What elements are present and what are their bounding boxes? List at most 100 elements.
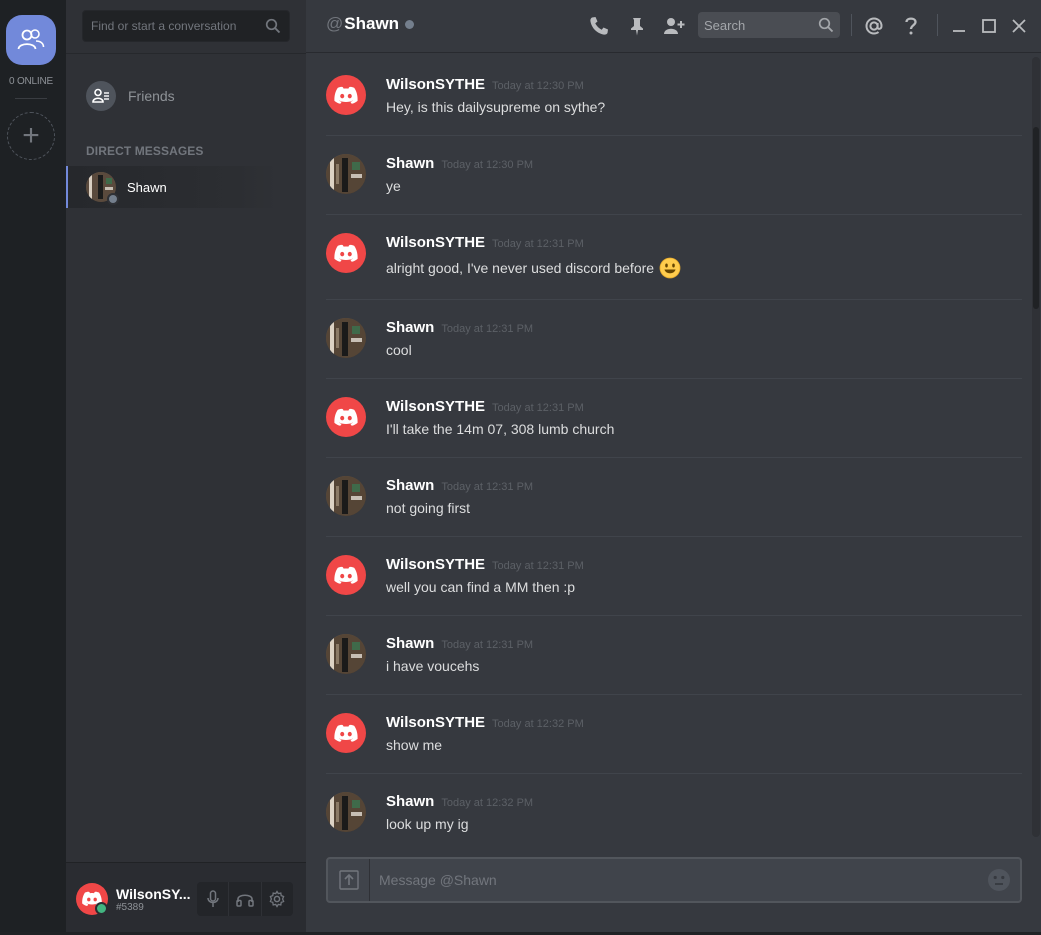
message-author[interactable]: WilsonSYTHE — [386, 398, 485, 415]
avatar[interactable] — [326, 634, 366, 674]
search-input[interactable] — [704, 17, 818, 33]
message-row: Shawn Today at 12:31 PM i have voucehs — [326, 616, 1022, 695]
status-offline-indicator — [107, 193, 119, 205]
maximize-window-button[interactable] — [977, 14, 1001, 38]
message-body: I'll take the 14m 07, 308 lumb church — [386, 421, 614, 437]
add-friend-icon — [664, 18, 685, 34]
status-online-indicator — [95, 902, 108, 915]
message-text: cool — [386, 342, 412, 358]
message-author[interactable]: Shawn — [386, 793, 434, 810]
username: WilsonSY... — [116, 886, 191, 902]
rail-divider — [15, 98, 47, 99]
message-text: i have voucehs — [386, 658, 480, 674]
message-row: WilsonSYTHE Today at 12:30 PM Hey, is this… — [326, 57, 1022, 136]
message-header: Shawn Today at 12:30 PM — [386, 155, 533, 172]
channel-title: @ Shawn — [326, 14, 415, 34]
message-body: ye — [386, 178, 401, 194]
avatar[interactable] — [326, 154, 366, 194]
message-row: WilsonSYTHE Today at 12:31 PM well you can… — [326, 537, 1022, 616]
add-server-button[interactable]: + — [7, 112, 55, 160]
message-timestamp: Today at 12:31 PM — [492, 560, 584, 572]
message-body: show me — [386, 737, 442, 753]
status-offline-indicator — [405, 20, 415, 29]
add-friend-to-dm-button[interactable] — [662, 14, 686, 38]
at-symbol: @ — [326, 14, 344, 33]
mention-icon — [865, 17, 883, 35]
message-author[interactable]: Shawn — [386, 477, 434, 494]
user-panel: WilsonSY... #5389 — [66, 862, 306, 935]
dm-search-placeholder[interactable]: Find or start a conversation — [91, 19, 265, 33]
mentions-button[interactable] — [862, 14, 886, 38]
message-header: WilsonSYTHE Today at 12:32 PM — [386, 714, 584, 731]
avatar[interactable] — [326, 713, 366, 753]
microphone-icon — [206, 890, 219, 907]
mute-button[interactable] — [197, 882, 230, 916]
dm-item-shawn[interactable]: Shawn — [66, 166, 278, 208]
user-settings-button[interactable] — [262, 882, 293, 916]
message-scrollbar[interactable] — [1031, 57, 1041, 837]
smiley-emoji-icon — [659, 257, 681, 279]
headphones-icon — [236, 894, 254, 907]
message-search-box[interactable] — [698, 12, 840, 38]
direct-messages-header: DIRECT MESSAGES — [86, 144, 204, 158]
message-author[interactable]: Shawn — [386, 155, 434, 172]
message-author[interactable]: WilsonSYTHE — [386, 714, 485, 731]
avatar[interactable] — [326, 75, 366, 115]
call-button[interactable] — [587, 14, 611, 38]
message-text: not going first — [386, 500, 471, 516]
discord-logo-icon — [334, 408, 358, 426]
message-body: Hey, is this dailysupreme on sythe? — [386, 99, 605, 115]
message-row: WilsonSYTHE Today at 12:31 PM I'll take th… — [326, 379, 1022, 458]
message-author[interactable]: Shawn — [386, 319, 434, 336]
help-button[interactable] — [899, 14, 923, 38]
help-icon — [905, 17, 917, 35]
avatar[interactable] — [326, 555, 366, 595]
dm-item-label: Shawn — [127, 179, 167, 195]
user-discriminator: #5389 — [116, 902, 144, 913]
avatar — [86, 172, 119, 205]
message-text: show me — [386, 737, 443, 753]
message-body: well you can find a MM then :p — [386, 579, 575, 595]
pinned-messages-button[interactable] — [625, 14, 649, 38]
message-header: Shawn Today at 12:31 PM — [386, 635, 533, 652]
dm-search-box[interactable]: Find or start a conversation — [82, 10, 290, 42]
message-timestamp: Today at 12:30 PM — [492, 80, 584, 92]
close-window-button[interactable] — [1007, 14, 1031, 38]
message-author[interactable]: WilsonSYTHE — [386, 234, 485, 251]
discord-logo-icon — [334, 244, 358, 262]
friends-nav-item[interactable]: Friends — [86, 80, 175, 112]
avatar[interactable] — [326, 397, 366, 437]
message-author[interactable]: Shawn — [386, 635, 434, 652]
emoji-picker-button[interactable] — [978, 859, 1020, 901]
message-header: Shawn Today at 12:32 PM — [386, 793, 533, 810]
upload-icon — [338, 870, 359, 890]
message-timestamp: Today at 12:31 PM — [441, 323, 534, 335]
scrollbar-thumb[interactable] — [1033, 127, 1039, 309]
message-timestamp: Today at 12:31 PM — [492, 402, 584, 414]
message-timestamp: Today at 12:31 PM — [441, 639, 534, 651]
message-header: Shawn Today at 12:31 PM — [386, 477, 533, 494]
message-body: look up my ig — [386, 816, 468, 832]
channel-name: Shawn — [344, 14, 400, 33]
voice-controls — [197, 882, 293, 916]
minimize-icon — [953, 30, 965, 32]
plus-icon: + — [22, 119, 40, 152]
minimize-window-button[interactable] — [947, 14, 971, 38]
avatar[interactable] — [326, 792, 366, 832]
avatar[interactable] — [326, 318, 366, 358]
deafen-button[interactable] — [229, 882, 262, 916]
friends-home-button[interactable] — [6, 15, 56, 65]
avatar[interactable] — [326, 233, 366, 273]
avatar[interactable] — [326, 476, 366, 516]
message-header: WilsonSYTHE Today at 12:30 PM — [386, 76, 584, 93]
message-row: WilsonSYTHE Today at 12:32 PM show me — [326, 695, 1022, 774]
message-author[interactable]: WilsonSYTHE — [386, 76, 485, 93]
message-input[interactable] — [370, 872, 978, 888]
search-icon — [818, 17, 834, 33]
upload-file-button[interactable] — [328, 859, 370, 901]
server-rail: 0 ONLINE + — [0, 0, 66, 935]
message-row: Shawn Today at 12:30 PM ye — [326, 136, 1022, 215]
message-text: ye — [386, 178, 401, 194]
message-author[interactable]: WilsonSYTHE — [386, 556, 485, 573]
neutral-face-icon — [988, 869, 1010, 891]
